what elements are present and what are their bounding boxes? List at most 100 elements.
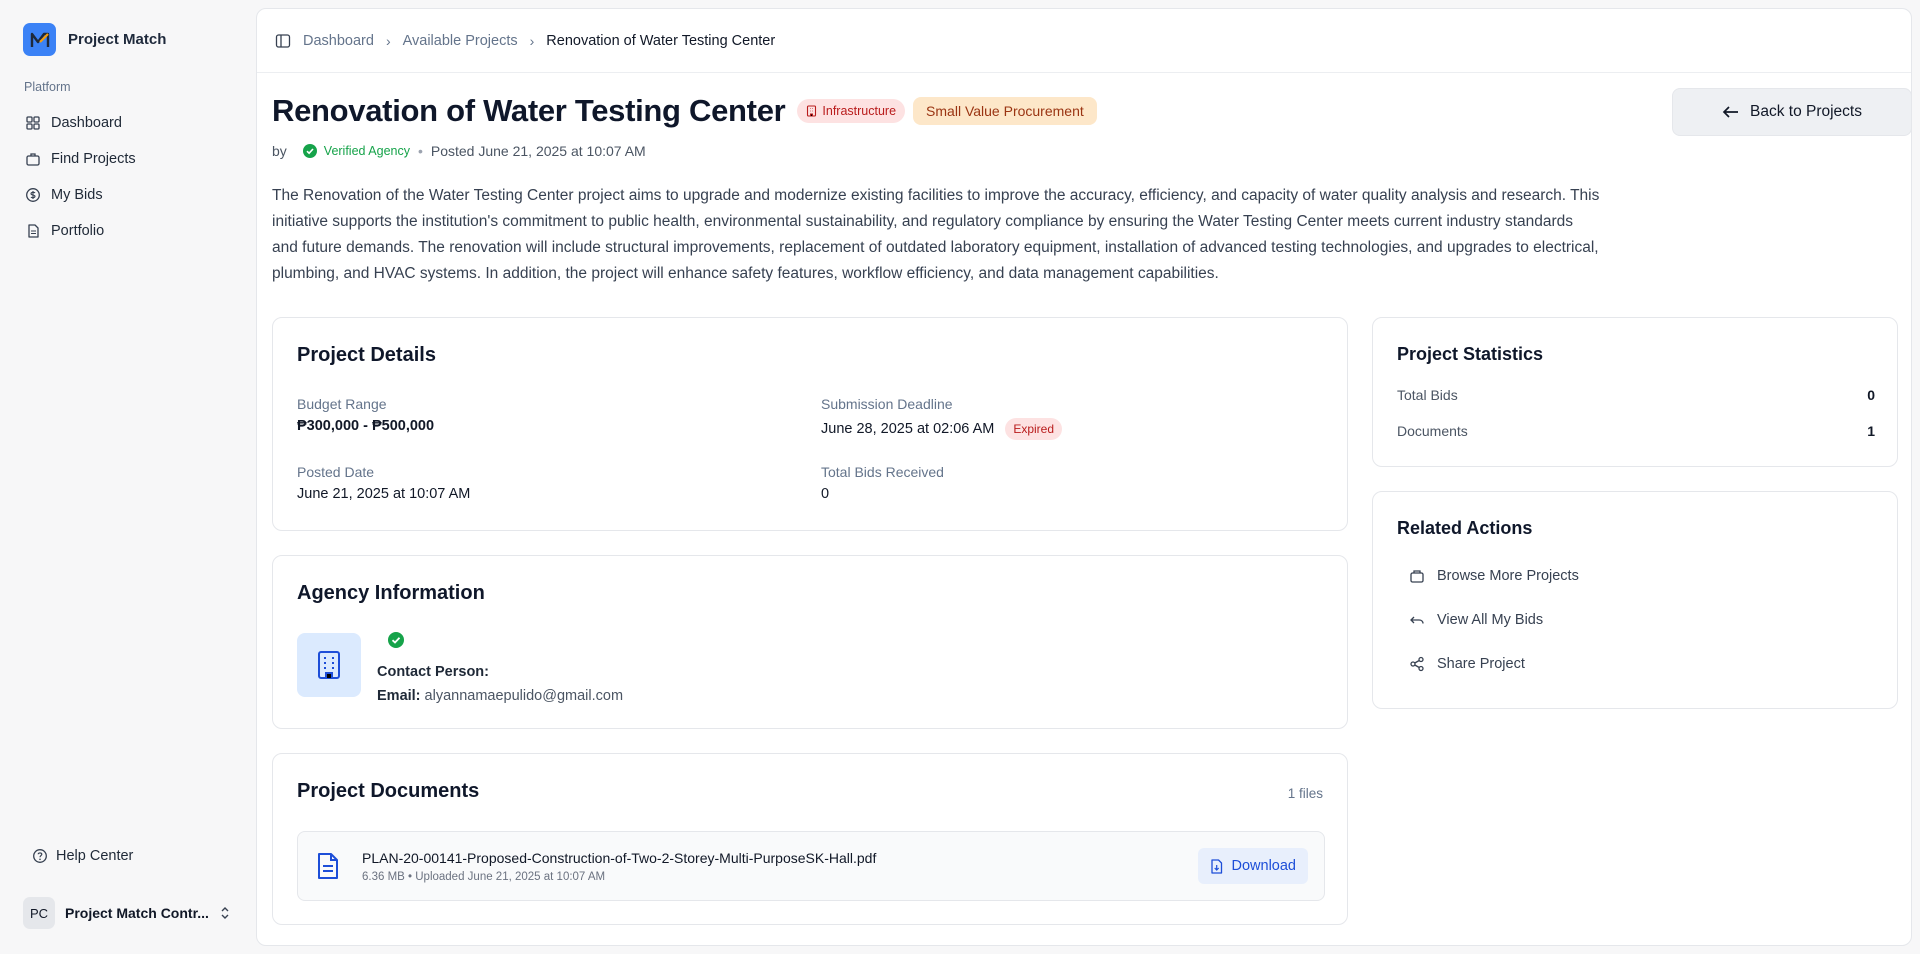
project-documents-title: Project Documents (297, 780, 480, 802)
budget-value: ₱300,000 - ₱500,000 (297, 418, 435, 434)
help-center-link[interactable]: Help Center (32, 848, 133, 864)
user-name: Project Match Contr... (65, 905, 209, 921)
project-description: The Renovation of the Water Testing Cent… (272, 187, 1600, 282)
breadcrumb-current: Renovation of Water Testing Center (546, 32, 776, 49)
undo-icon (1410, 616, 1424, 624)
chevron-right-icon: › (529, 32, 535, 49)
deadline-value-row: June 28, 2025 at 02:06 AM Expired (821, 418, 1063, 440)
project-details-title: Project Details (297, 344, 436, 366)
back-to-projects-button[interactable]: Back to Projects (1672, 88, 1911, 136)
app-name: Project Match (68, 31, 167, 48)
separator-dot: • (417, 143, 423, 159)
by-label: by (272, 143, 287, 159)
topbar: Dashboard › Available Projects › Renovat… (257, 9, 1911, 73)
sidebar-toggle-icon[interactable] (275, 33, 291, 49)
verified-badge: Verified Agency (302, 144, 410, 158)
share-icon (1410, 656, 1424, 672)
stat-row-documents: Documents 1 (1397, 423, 1875, 439)
budget-label: Budget Range (297, 396, 387, 412)
byline: by Verified Agency • Posted June 21, 202… (272, 143, 646, 159)
agency-email: Email: alyannamaepulido@gmail.com (377, 688, 623, 704)
total-bids-value: 0 (821, 486, 830, 502)
action-label: View All My Bids (1437, 612, 1544, 628)
page-title: Renovation of Water Testing Center (272, 93, 786, 128)
status-badge: Expired (1005, 418, 1063, 440)
project-details-card: Project Details Budget Range ₱300,000 - … (272, 317, 1348, 531)
project-statistics-title: Project Statistics (1397, 344, 1544, 364)
grid-icon (26, 116, 40, 130)
posted-date-value: June 21, 2025 at 10:07 AM (297, 486, 471, 502)
document-name: PLAN-20-00141-Proposed-Construction-of-T… (362, 850, 877, 866)
dollar-circle-icon (26, 188, 40, 202)
file-text-icon (318, 853, 338, 879)
files-count: 1 files (1287, 786, 1323, 801)
posted-label: Posted June 21, 2025 at 10:07 AM (430, 143, 646, 159)
user-menu[interactable]: PC Project Match Contr... (23, 897, 235, 929)
posted-date-field: Posted Date June 21, 2025 at 10:07 AM (297, 464, 470, 502)
main-panel: Dashboard › Available Projects › Renovat… (256, 8, 1912, 946)
sidebar: Project Match Platform Dashboard Find Pr… (0, 0, 255, 954)
deadline-field: Submission Deadline June 28, 2025 at 02:… (821, 396, 1063, 440)
view-all-my-bids-link[interactable]: View All My Bids (1409, 612, 1543, 628)
folder-icon (1410, 570, 1424, 583)
verified-label: Verified Agency (323, 144, 410, 158)
back-button-label: Back to Projects (1750, 103, 1862, 120)
email-label: Email: (377, 688, 421, 704)
project-statistics-card: Project Statistics Total Bids 0 Document… (1372, 317, 1898, 467)
related-actions-card: Related Actions Browse More Projects Vie… (1372, 491, 1898, 709)
contact-label: Contact Person: (377, 664, 489, 680)
procurement-type-badge: Small Value Procurement (913, 97, 1097, 125)
help-circle-icon (33, 849, 47, 863)
document-meta: 6.36 MB • Uploaded June 21, 2025 at 10:0… (362, 871, 606, 883)
nav-group-label: Platform (24, 80, 71, 94)
action-label: Browse More Projects (1437, 568, 1579, 584)
sidebar-item-label: Portfolio (51, 223, 105, 239)
sidebar-item-dashboard[interactable]: Dashboard (20, 105, 240, 141)
document-row: PLAN-20-00141-Proposed-Construction-of-T… (297, 831, 1325, 901)
sidebar-item-my-bids[interactable]: My Bids (20, 177, 240, 213)
check-circle-icon (388, 632, 404, 648)
chevron-right-icon: › (385, 32, 391, 49)
sidebar-nav: Dashboard Find Projects My Bids Portfoli… (20, 105, 240, 249)
deadline-label: Submission Deadline (821, 396, 953, 412)
project-documents-card: Project Documents 1 files PLAN-20-00141-… (272, 753, 1348, 925)
brand[interactable]: Project Match (23, 23, 166, 56)
contact-person: Contact Person: (377, 664, 489, 680)
sidebar-item-portfolio[interactable]: Portfolio (20, 213, 240, 249)
stat-label: Total Bids (1397, 387, 1458, 403)
category-badge: Infrastructure (797, 99, 906, 123)
breadcrumb: Dashboard › Available Projects › Renovat… (303, 33, 775, 49)
total-bids-label: Total Bids Received (821, 464, 944, 480)
related-actions-title: Related Actions (1397, 518, 1533, 538)
sidebar-item-label: Dashboard (51, 115, 122, 131)
download-button[interactable]: Download (1197, 848, 1308, 884)
project-match-logo-icon (23, 23, 56, 56)
agency-building-icon (297, 633, 361, 697)
title-row: Renovation of Water Testing Center Infra… (272, 93, 1097, 129)
download-label: Download (1231, 858, 1297, 874)
help-center-label: Help Center (56, 848, 134, 864)
browse-more-projects-link[interactable]: Browse More Projects (1409, 568, 1579, 584)
deadline-value: June 28, 2025 at 02:06 AM (821, 421, 995, 437)
avatar: PC (23, 897, 55, 929)
arrow-left-icon (1722, 106, 1738, 118)
breadcrumb-dashboard[interactable]: Dashboard (303, 33, 374, 49)
document-icon (28, 224, 39, 238)
share-project-link[interactable]: Share Project (1409, 656, 1525, 672)
action-label: Share Project (1437, 656, 1525, 672)
budget-field: Budget Range ₱300,000 - ₱500,000 (297, 396, 434, 434)
total-bids-field: Total Bids Received 0 (821, 464, 944, 502)
sidebar-item-find-projects[interactable]: Find Projects (20, 141, 240, 177)
email-value[interactable]: alyannamaepulido@gmail.com (425, 688, 624, 704)
building-icon (807, 105, 817, 117)
stat-value: 0 (1867, 387, 1875, 403)
briefcase-icon (26, 153, 40, 166)
file-download-icon (1210, 858, 1222, 874)
sidebar-item-label: Find Projects (51, 151, 136, 167)
breadcrumb-available-projects[interactable]: Available Projects (403, 33, 518, 49)
agency-info-title: Agency Information (297, 582, 485, 604)
category-badge-label: Infrastructure (822, 104, 897, 118)
posted-date-label: Posted Date (297, 464, 375, 480)
agency-info-card: Agency Information Contact Person: Email… (272, 555, 1348, 729)
chevron-up-down-icon (221, 907, 229, 919)
